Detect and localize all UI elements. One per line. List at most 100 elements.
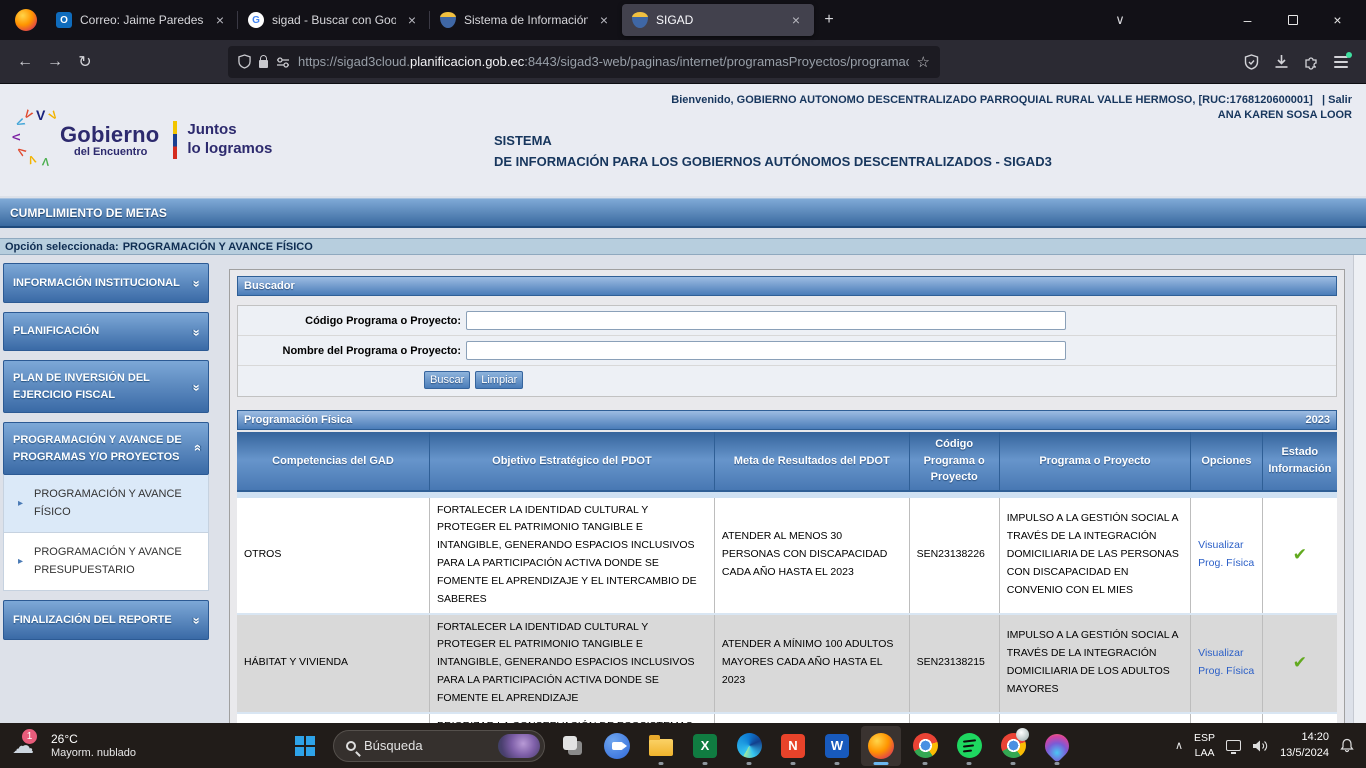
sidebar-item-programacion-y-avance[interactable]: PROGRAMACIÓN Y AVANCE DE PROGRAMAS Y/O P… <box>3 422 209 475</box>
language-indicator[interactable]: ESP LAA <box>1194 731 1215 759</box>
app-menu-hamburger-icon[interactable] <box>1326 47 1356 77</box>
table-row: GESTIÓN AMBIENTAL PRIORIZAR LA CONSERVAC… <box>237 713 1337 723</box>
volume-icon[interactable] <box>1252 739 1269 753</box>
sidebar-subitem-programacion-avance-fisico[interactable]: ▸ PROGRAMACIÓN Y AVANCE FÍSICO <box>3 475 209 533</box>
protections-shield-icon[interactable] <box>1236 47 1266 77</box>
programacion-fisica-table: Competencias del GAD Objetivo Estratégic… <box>237 432 1337 723</box>
cell-programa: IMPULSO A LA GESTIÓN SOCIAL A TRAVÉS DE … <box>999 498 1190 614</box>
sidebar-subitem-programacion-avance-presupuestario[interactable]: ▸ PROGRAMACIÓN Y AVANCE PRESUPUESTARIO <box>3 533 209 591</box>
tab-sistema-informacion[interactable]: Sistema de Información para lo × <box>430 4 622 36</box>
chrome-profile-button[interactable] <box>993 726 1033 766</box>
sidebar-item-plan-de-inversion[interactable]: PLAN DE INVERSIÓN DEL EJERCICIO FISCAL » <box>3 360 209 413</box>
logout-link[interactable]: Salir <box>1328 94 1352 106</box>
url-text[interactable]: https://sigad3cloud.planificacion.gob.ec… <box>298 54 909 69</box>
weather-cloud-icon: ☁ 1 <box>12 733 42 759</box>
chrome-button[interactable] <box>905 726 945 766</box>
tab-title: Sistema de Información para lo <box>464 13 588 27</box>
task-view-button[interactable] <box>553 726 593 766</box>
tab-close-icon[interactable]: × <box>788 12 804 28</box>
logo-line1: Gobierno <box>60 122 159 148</box>
start-button[interactable] <box>285 726 325 766</box>
cell-codigo: SEN23138202 <box>909 713 999 723</box>
reload-button[interactable]: ↻ <box>70 47 100 77</box>
spotify-button[interactable] <box>949 726 989 766</box>
buscador-title: Buscador <box>244 280 295 292</box>
downloads-icon[interactable] <box>1266 47 1296 77</box>
page-scrollbar[interactable] <box>1353 255 1366 723</box>
taskbar-search[interactable]: Búsqueda <box>333 730 545 762</box>
estado-check-icon: ✔ <box>1262 498 1337 614</box>
system-tray: ∧ ESP LAA 14:20 13/5/2024 <box>1175 723 1366 768</box>
visualizar-link[interactable]: Visualizar Prog. Física <box>1191 498 1262 614</box>
nombre-input[interactable] <box>466 341 1066 360</box>
sidebar-item-planificacion[interactable]: PLANIFICACIÓN » <box>3 312 209 352</box>
menubar-cumplimiento-de-metas[interactable]: CUMPLIMIENTO DE METAS <box>0 198 1366 228</box>
bookmark-star-icon[interactable]: ☆ <box>917 53 930 71</box>
cell-competencia: GESTIÓN AMBIENTAL <box>237 713 429 723</box>
windows-taskbar: ☁ 1 26°C Mayorm. nublado Búsqueda X N W … <box>0 723 1366 768</box>
sidebar-item-label: PLANIFICACIÓN <box>13 323 99 340</box>
tagline-line1: Juntos <box>187 121 272 140</box>
new-tab-button[interactable]: + <box>814 5 844 35</box>
sidebar-subitem-label: PROGRAMACIÓN Y AVANCE FÍSICO <box>34 488 182 518</box>
system-title-line1: SISTEMA <box>494 130 1352 151</box>
visualizar-link[interactable]: Visualizar Prog. Física <box>1191 713 1262 723</box>
table-header-row: Competencias del GAD Objetivo Estratégic… <box>237 432 1337 491</box>
file-explorer-button[interactable] <box>641 726 681 766</box>
sidebar-item-finalizacion-del-reporte[interactable]: FINALIZACIÓN DEL REPORTE » <box>3 600 209 640</box>
firefox-view-button[interactable] <box>6 3 46 37</box>
extensions-puzzle-icon[interactable] <box>1296 47 1326 77</box>
search-icon <box>346 741 356 751</box>
back-button[interactable]: ← <box>10 47 40 77</box>
limpiar-button[interactable]: Limpiar <box>475 371 523 389</box>
codigo-input[interactable] <box>466 311 1066 330</box>
search-row-nombre: Nombre del Programa o Proyecto: <box>238 336 1336 366</box>
chevron-up-icon: » <box>187 446 207 451</box>
tray-chevron-up-icon[interactable]: ∧ <box>1175 739 1183 752</box>
tab-google-search[interactable]: G sigad - Buscar con Google × <box>238 4 430 36</box>
chat-button[interactable] <box>597 726 637 766</box>
tab-sigad-active[interactable]: SIGAD × <box>622 4 814 36</box>
language-line2: LAA <box>1194 746 1215 760</box>
word-button[interactable]: W <box>817 726 857 766</box>
window-controls: – × <box>1225 1 1360 39</box>
separator: | <box>1322 94 1325 106</box>
weather-widget[interactable]: ☁ 1 26°C Mayorm. nublado <box>0 732 136 760</box>
flag-divider <box>173 121 177 159</box>
excel-button[interactable]: X <box>685 726 725 766</box>
tab-outlook[interactable]: O Correo: Jaime Paredes - Outloo × <box>46 4 238 36</box>
word-icon: W <box>825 734 849 758</box>
tab-close-icon[interactable]: × <box>596 12 612 28</box>
profile-badge <box>1016 728 1029 741</box>
nitro-pdf-button[interactable]: N <box>773 726 813 766</box>
sidebar: INFORMACIÓN INSTITUCIONAL » PLANIFICACIÓ… <box>0 263 212 723</box>
buscar-button[interactable]: Buscar <box>424 371 470 389</box>
firefox-button[interactable] <box>861 726 901 766</box>
logo-tagline: Juntos lo logramos <box>187 121 272 159</box>
cell-meta: ATENDER A MÍNIMO 100 ADULTOS MAYORES CAD… <box>714 614 909 713</box>
minimize-button[interactable]: – <box>1225 1 1270 39</box>
menu-notification-dot <box>1346 52 1352 58</box>
notification-bell-icon[interactable] <box>1340 738 1354 753</box>
restore-button[interactable] <box>1270 1 1315 39</box>
tab-close-icon[interactable]: × <box>404 12 420 28</box>
time: 14:20 <box>1280 730 1329 746</box>
sidebar-item-informacion-institucional[interactable]: INFORMACIÓN INSTITUCIONAL » <box>3 263 209 303</box>
list-all-tabs-icon[interactable]: ∨ <box>1105 12 1135 28</box>
table-spacer-row <box>237 491 1337 498</box>
close-window-button[interactable]: × <box>1315 1 1360 39</box>
programacion-fisica-panel-header: Programación Física 2023 <box>237 410 1337 430</box>
edge-button[interactable] <box>729 726 769 766</box>
clock[interactable]: 14:20 13/5/2024 <box>1280 730 1329 762</box>
tab-close-icon[interactable]: × <box>212 12 228 28</box>
year-label: 2023 <box>1306 414 1330 426</box>
url-bar[interactable]: https://sigad3cloud.planificacion.gob.ec… <box>228 46 940 78</box>
url-prefix: https://sigad3cloud. <box>298 54 410 69</box>
forward-button[interactable]: → <box>40 47 70 77</box>
lock-icon[interactable] <box>259 60 268 68</box>
permissions-icon[interactable] <box>276 56 290 68</box>
visualizar-link[interactable]: Visualizar Prog. Física <box>1191 614 1262 713</box>
paint-app-button[interactable] <box>1037 726 1077 766</box>
shield-icon[interactable] <box>238 54 251 69</box>
cast-screen-icon[interactable] <box>1226 740 1241 751</box>
